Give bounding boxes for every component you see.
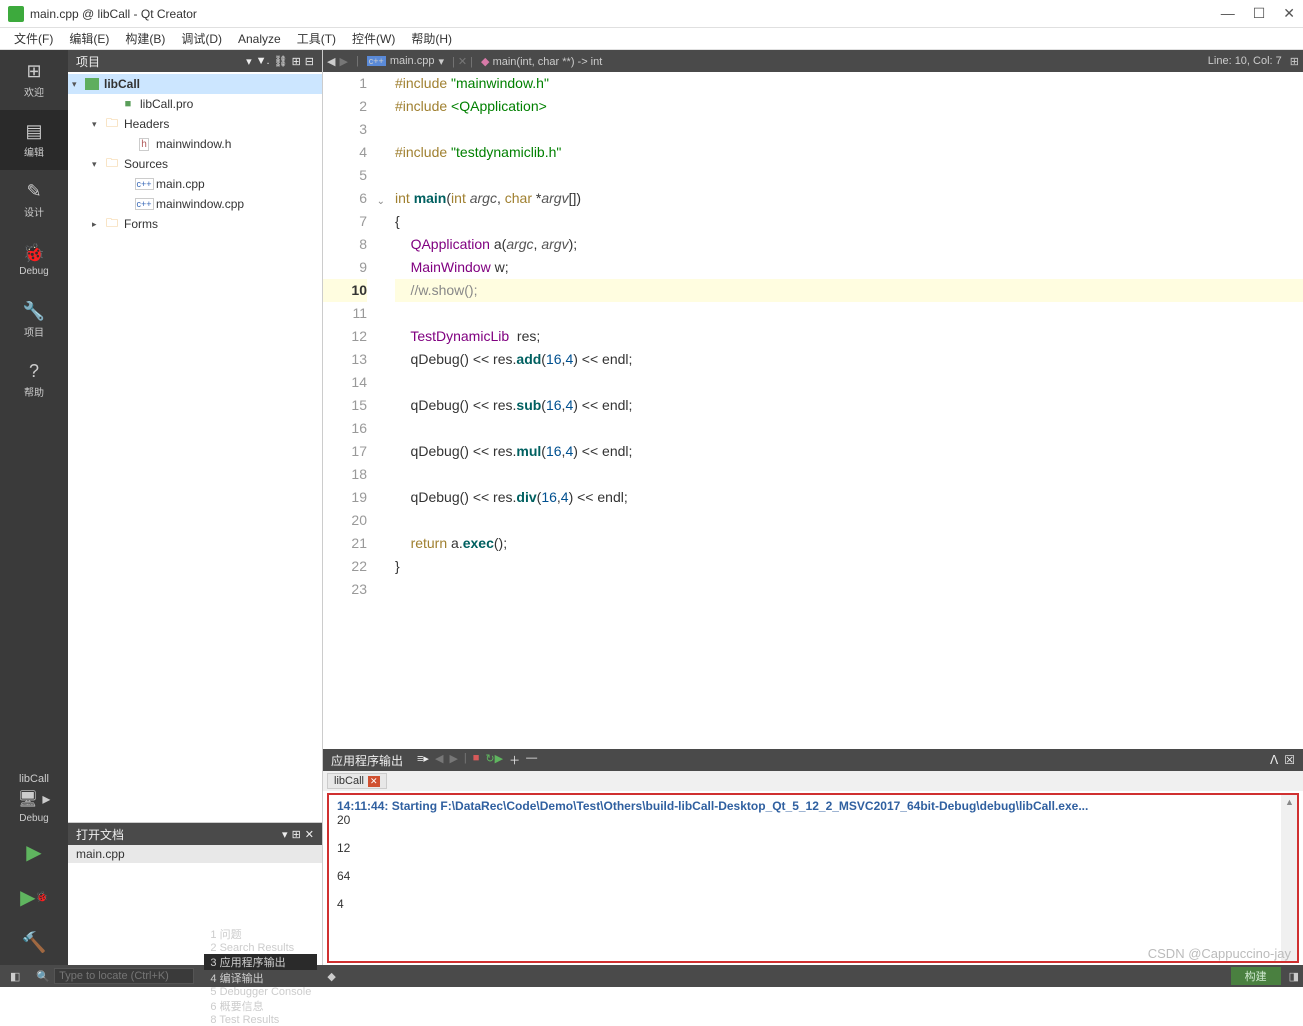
window-title: main.cpp @ libCall - Qt Creator [30, 7, 1221, 21]
output-pane-tab[interactable]: 3 应用程序输出 [204, 954, 317, 970]
tree-project-root[interactable]: ▾libCall [68, 74, 322, 94]
application-output[interactable]: 14:11:44: Starting F:\DataRec\Code\Demo\… [327, 793, 1299, 963]
close-tab-icon[interactable]: ✕ [368, 776, 380, 787]
forward-icon[interactable]: ▶ [339, 55, 347, 68]
minus-icon[interactable]: ⊟ [305, 55, 314, 68]
build-indicator[interactable]: 构建 [1231, 967, 1281, 985]
menu-item[interactable]: 构建(B) [119, 28, 171, 49]
dropdown-icon[interactable]: ▾ [246, 55, 252, 68]
run-button[interactable]: ▶ [0, 840, 68, 865]
tree-item[interactable]: c++mainwindow.cpp [68, 194, 322, 214]
panes-more-icon[interactable]: ◆ [321, 970, 341, 983]
next-icon[interactable]: ▶ [449, 752, 457, 768]
chevron-down-icon: ▾ [438, 55, 444, 68]
debug-run-button[interactable]: ▶🐞 [0, 885, 68, 910]
build-button[interactable]: 🔨 [0, 930, 68, 955]
tree-item[interactable]: ■libCall.pro [68, 94, 322, 114]
project-pane-header: 项目 ▾ ▼. ⛓ ⊞ ⊟ [68, 50, 322, 72]
close-icon[interactable]: ✕ [305, 828, 314, 841]
mode-rail: ⊞欢迎▤编辑✎设计🐞Debug🔧项目?帮助 libCall 🖥 ▸ Debug … [0, 50, 68, 965]
rail-icon: 🐞 [23, 243, 45, 264]
cursor-position: Line: 10, Col: 7 [1208, 55, 1282, 67]
filter-icon[interactable]: ▼. [256, 55, 270, 68]
code-body[interactable]: #include "mainwindow.h"#include <QApplic… [389, 72, 1303, 749]
menu-item[interactable]: 帮助(H) [405, 28, 458, 49]
open-docs-header: 打开文档 ▾ ⊞ ✕ [68, 823, 322, 845]
code-editor[interactable]: ⌄ 1234567891011121314151617181920212223 … [323, 72, 1303, 749]
add-icon[interactable]: ＋ [509, 752, 520, 768]
tree-item[interactable]: ▸🗀Forms [68, 214, 322, 234]
kit-selector[interactable]: libCall 🖥 ▸ Debug [0, 767, 68, 830]
filter-icon[interactable]: ≡▸ [417, 752, 429, 768]
scrollbar[interactable]: ▲ [1281, 795, 1297, 961]
split-editor-icon[interactable]: ⊞ [1290, 55, 1299, 68]
output-pane-tab[interactable]: 5 Debugger Console [204, 986, 317, 998]
close-button[interactable]: ✕ [1283, 5, 1295, 22]
output-tabs: libCall ✕ [323, 771, 1303, 791]
back-icon[interactable]: ◀ [327, 55, 335, 68]
rail-icon: ⊞ [26, 61, 41, 82]
toggle-sidebar-icon[interactable]: ◧ [4, 970, 26, 983]
rail-icon: ? [29, 361, 39, 382]
tree-item[interactable]: ▾🗀Headers [68, 114, 322, 134]
menu-item[interactable]: 文件(F) [8, 28, 59, 49]
function-icon: ◆ [481, 56, 489, 68]
rail-mode-Debug[interactable]: 🐞Debug [0, 230, 68, 290]
maximize-button[interactable]: ☐ [1253, 5, 1266, 22]
open-doc-item[interactable]: main.cpp [68, 845, 322, 863]
rail-mode-编辑[interactable]: ▤编辑 [0, 110, 68, 170]
app-icon [8, 6, 24, 22]
output-pane-tab[interactable]: 4 编译输出 [204, 970, 317, 986]
collapse-icon[interactable]: ᐱ [1270, 753, 1278, 767]
menubar: 文件(F)编辑(E)构建(B)调试(D)Analyze工具(T)控件(W)帮助(… [0, 28, 1303, 50]
monitor-icon: 🖥 ▸ [4, 789, 64, 809]
rail-mode-帮助[interactable]: ?帮助 [0, 350, 68, 410]
fold-icon[interactable]: ⌄ [377, 190, 385, 213]
menu-item[interactable]: 编辑(E) [63, 28, 115, 49]
toggle-right-sidebar-icon[interactable]: ◨ [1289, 970, 1299, 983]
prev-icon[interactable]: ◀ [435, 752, 443, 768]
output-pane-tab[interactable]: 6 概要信息 [204, 998, 317, 1014]
split-icon[interactable]: ⊞ [292, 828, 301, 841]
rail-mode-项目[interactable]: 🔧项目 [0, 290, 68, 350]
output-pane-tab[interactable]: 2 Search Results [204, 942, 317, 954]
rail-mode-设计[interactable]: ✎设计 [0, 170, 68, 230]
menu-item[interactable]: 调试(D) [175, 28, 228, 49]
file-selector[interactable]: c++ main.cpp ▾ [367, 55, 444, 68]
close-pane-icon[interactable]: ☒ [1284, 753, 1295, 767]
locator-input[interactable] [54, 968, 194, 984]
rail-icon: ✎ [26, 181, 41, 202]
minimize-button[interactable]: — [1221, 5, 1235, 22]
split-icon[interactable]: ⊞ [292, 55, 301, 68]
symbol-selector[interactable]: ◆ main(int, char **) -> int [481, 55, 602, 68]
output-tab[interactable]: libCall ✕ [327, 773, 387, 789]
remove-icon[interactable]: — [526, 752, 537, 768]
editor-toolbar: ◀ ▶ | c++ main.cpp ▾ | ✕ | ◆ main(int, c… [323, 50, 1303, 72]
link-icon[interactable]: ⛓ [274, 55, 288, 68]
tree-item[interactable]: ▾🗀Sources [68, 154, 322, 174]
titlebar: main.cpp @ libCall - Qt Creator — ☐ ✕ [0, 0, 1303, 28]
tree-item[interactable]: hmainwindow.h [68, 134, 322, 154]
side-panel: 项目 ▾ ▼. ⛓ ⊞ ⊟ ▾libCall■libCall.pro▾🗀Head… [68, 50, 323, 965]
rerun-icon[interactable]: ↻▶ [485, 752, 503, 768]
menu-item[interactable]: Analyze [232, 30, 287, 48]
project-tree[interactable]: ▾libCall■libCall.pro▾🗀Headershmainwindow… [68, 72, 322, 823]
menu-item[interactable]: 控件(W) [346, 28, 401, 49]
output-pane-header: 应用程序输出 ≡▸ ◀ ▶ | ■ ↻▶ ＋ — ᐱ ☒ [323, 749, 1303, 771]
tree-item[interactable]: c++main.cpp [68, 174, 322, 194]
output-pane-tab[interactable]: 1 问题 [204, 926, 317, 942]
dropdown-icon[interactable]: ▾ [282, 828, 288, 841]
rail-mode-欢迎[interactable]: ⊞欢迎 [0, 50, 68, 110]
statusbar: ◧ 🔍 1 问题2 Search Results3 应用程序输出4 编译输出5 … [0, 965, 1303, 987]
editor-area: ◀ ▶ | c++ main.cpp ▾ | ✕ | ◆ main(int, c… [323, 50, 1303, 965]
locator-search[interactable]: 🔍 [30, 968, 200, 984]
line-gutter[interactable]: ⌄ 1234567891011121314151617181920212223 [323, 72, 389, 749]
cpp-file-icon: c++ [367, 56, 386, 66]
stop-icon[interactable]: ■ [473, 752, 480, 768]
output-pane-tab[interactable]: 8 Test Results [204, 1014, 317, 1026]
rail-icon: 🔧 [23, 301, 45, 322]
menu-item[interactable]: 工具(T) [291, 28, 342, 49]
rail-icon: ▤ [25, 121, 42, 142]
